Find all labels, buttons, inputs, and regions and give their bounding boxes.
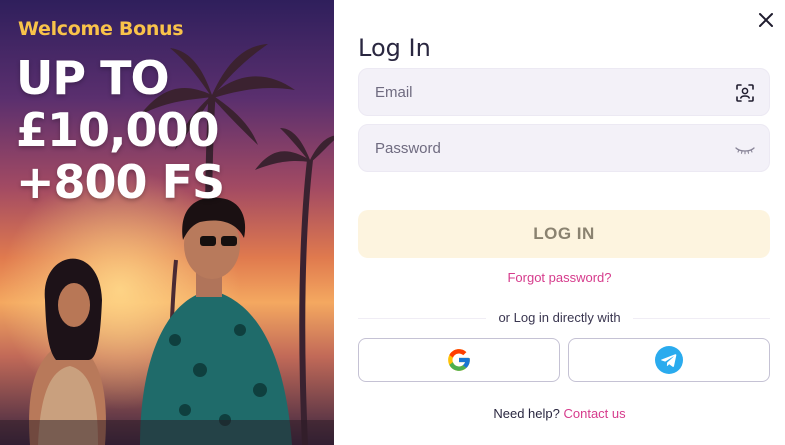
login-panel: Log In LOG IN Forgot password? or Log in…	[334, 0, 785, 445]
close-button[interactable]	[756, 10, 776, 30]
bonus-headline: UP TO £10,000 +800 FS	[16, 51, 225, 209]
social-divider: or Log in directly with	[334, 310, 785, 325]
headline-line: £10,000	[16, 103, 220, 157]
promo-banner: Welcome Bonus UP TO £10,000 +800 FS	[0, 0, 334, 445]
login-submit-button[interactable]: LOG IN	[358, 210, 770, 258]
headline-line: +800 FS	[16, 155, 225, 209]
password-input[interactable]	[359, 125, 769, 171]
welcome-bonus-label: Welcome Bonus	[18, 18, 184, 40]
telegram-icon	[655, 346, 683, 374]
password-field-wrapper	[358, 124, 770, 172]
telegram-login-button[interactable]	[568, 338, 770, 382]
social-divider-label: or Log in directly with	[486, 310, 633, 325]
contact-us-link[interactable]: Contact us	[563, 406, 625, 421]
email-input[interactable]	[359, 69, 769, 115]
close-icon	[759, 13, 773, 27]
headline-line: UP TO	[16, 51, 170, 105]
forgot-password-link[interactable]: Forgot password?	[334, 270, 785, 285]
page-title: Log In	[358, 34, 431, 62]
face-scan-icon[interactable]	[735, 83, 755, 103]
email-field-wrapper	[358, 68, 770, 116]
help-text: Need help?	[493, 406, 560, 421]
eye-closed-icon[interactable]	[735, 139, 755, 159]
help-row: Need help? Contact us	[334, 406, 785, 421]
google-icon	[448, 349, 470, 371]
google-login-button[interactable]	[358, 338, 560, 382]
